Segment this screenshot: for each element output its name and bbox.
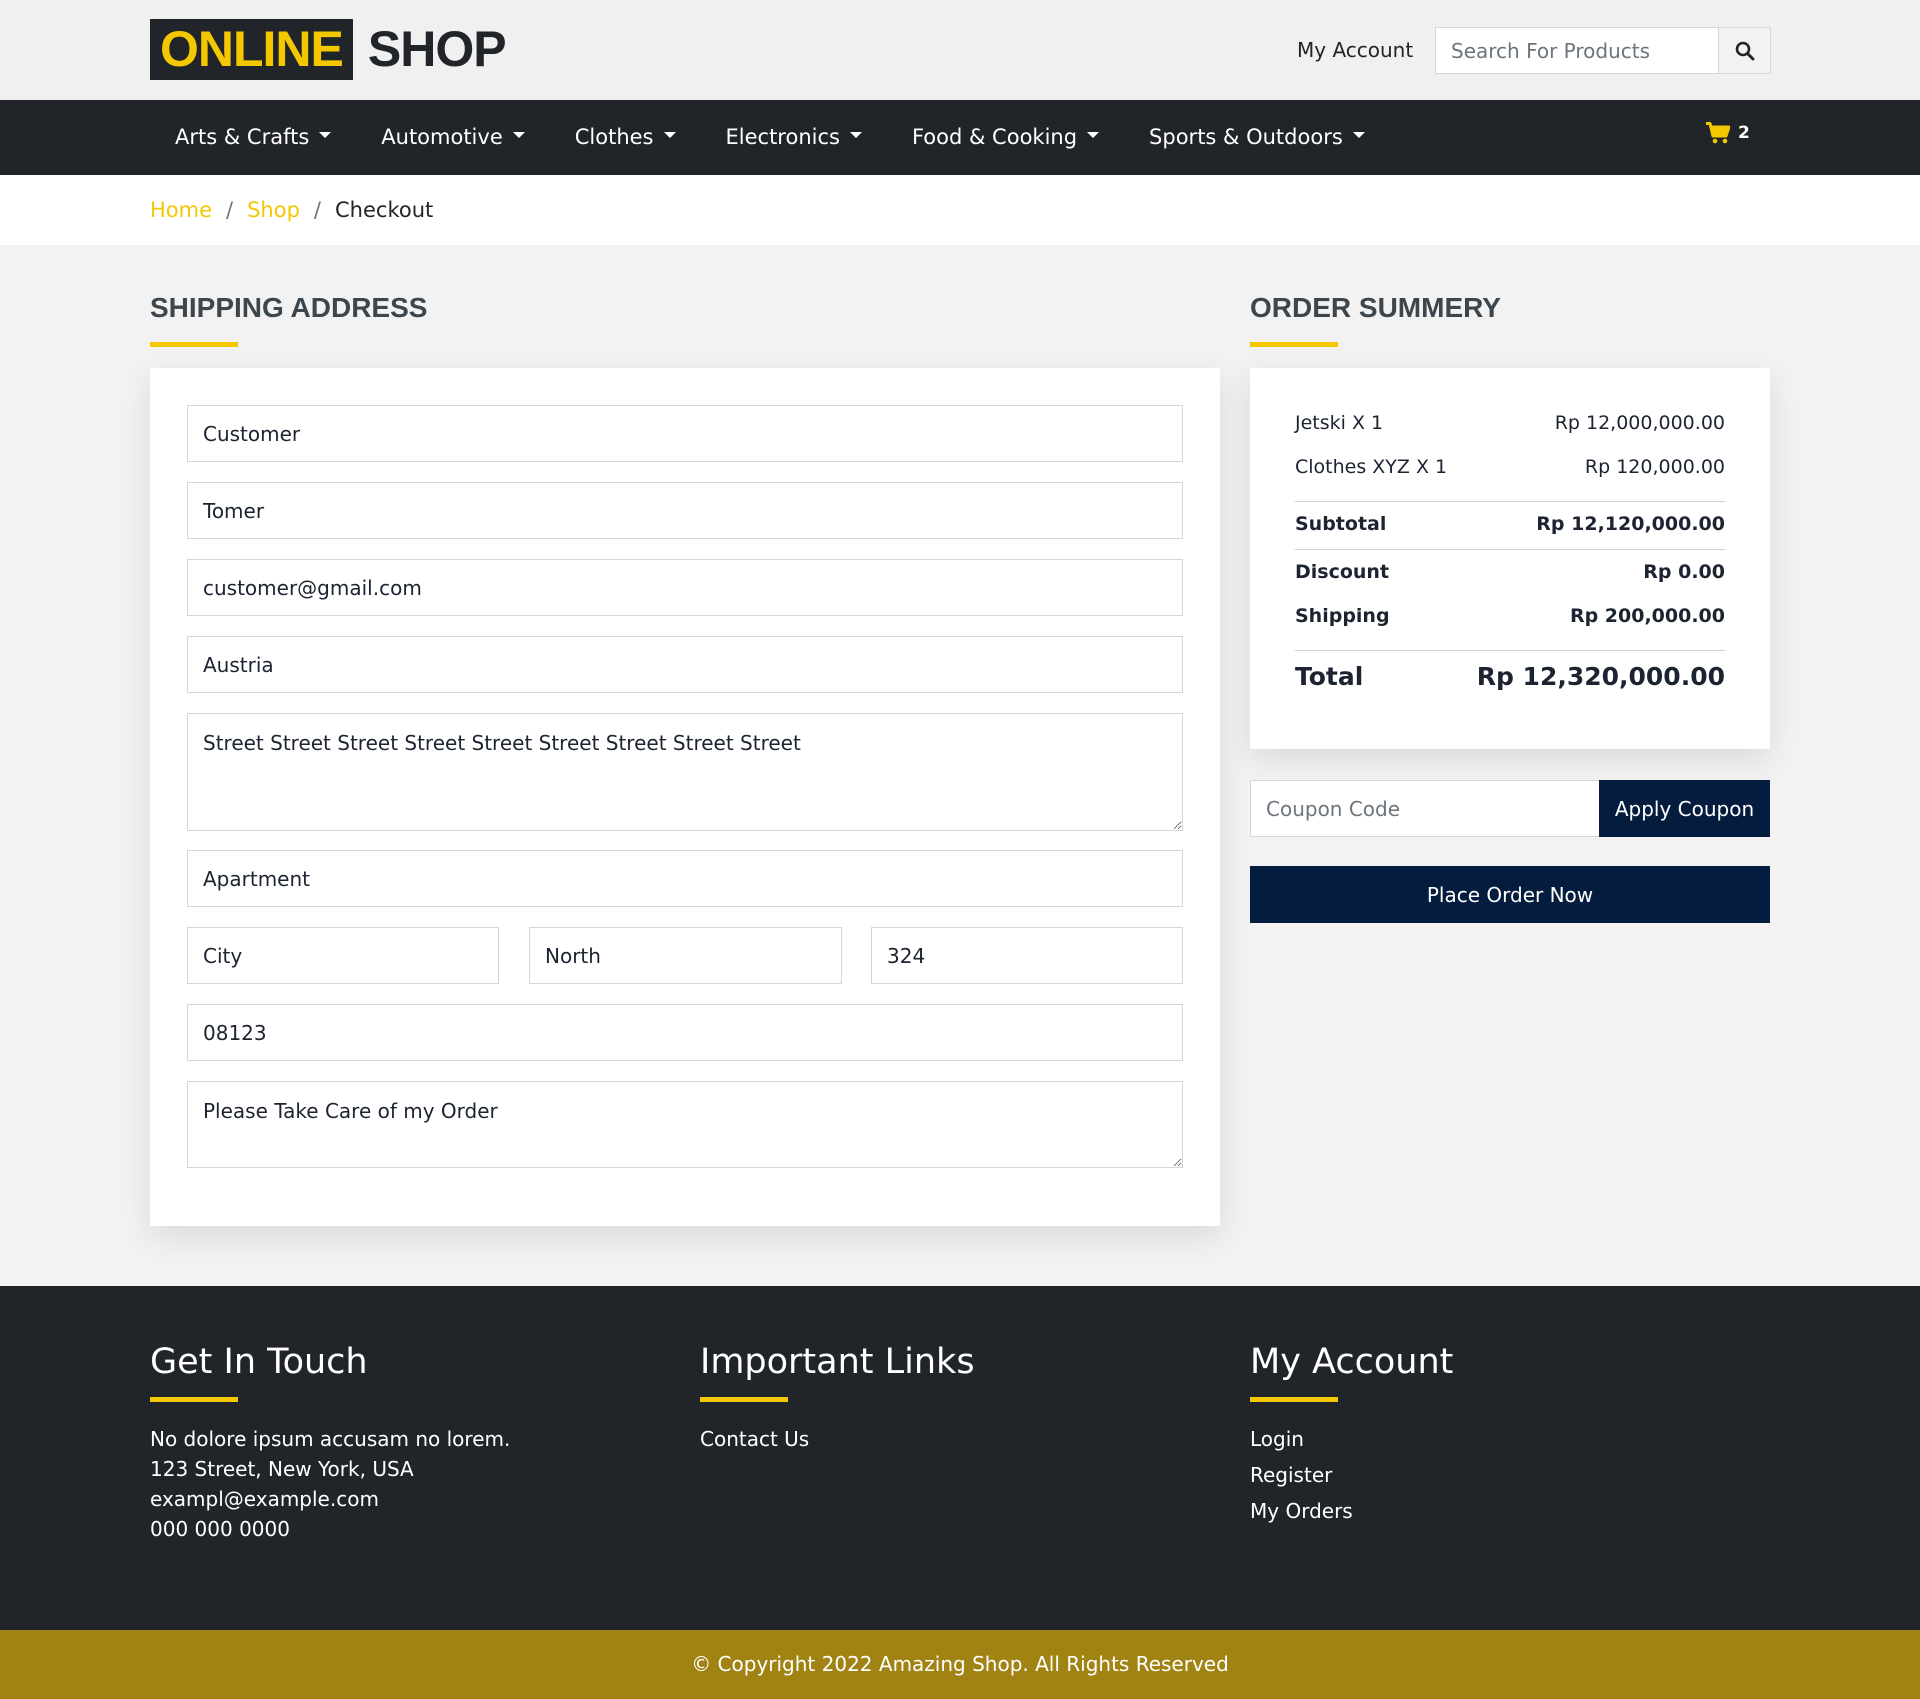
- total-label: Total: [1295, 662, 1364, 691]
- search-button[interactable]: [1718, 28, 1770, 73]
- title-underline: [1250, 342, 1338, 347]
- footer-link-contact-us[interactable]: Contact Us: [700, 1424, 975, 1454]
- total-value: Rp 12,320,000.00: [1476, 662, 1725, 691]
- shipping-address-title: SHIPPING ADDRESS: [150, 292, 428, 323]
- nav-item-clothes[interactable]: Clothes: [550, 100, 701, 175]
- discount-label: Discount: [1295, 561, 1390, 583]
- country-field[interactable]: [187, 636, 1183, 693]
- shipping-value: Rp 200,000.00: [1569, 605, 1725, 627]
- discount-value: Rp 0.00: [1643, 561, 1725, 583]
- caret-down-icon: [663, 131, 676, 138]
- apply-coupon-button[interactable]: Apply Coupon: [1599, 780, 1770, 837]
- subtotal-label: Subtotal: [1295, 513, 1387, 535]
- order-summary-card: Jetski X 1 Rp 12,000,000.00 Clothes XYZ …: [1250, 368, 1770, 749]
- search-input[interactable]: [1436, 28, 1718, 73]
- breadcrumb-current: Checkout: [335, 198, 434, 222]
- heading-underline: [700, 1397, 788, 1402]
- address-field[interactable]: Street Street Street Street Street Stree…: [187, 713, 1183, 831]
- breadcrumb-home[interactable]: Home: [150, 195, 212, 225]
- top-header: ONLINE SHOP My Account: [0, 0, 1920, 100]
- shopping-cart-icon: [1706, 122, 1730, 144]
- summary-item-row: Clothes XYZ X 1 Rp 120,000.00: [1295, 456, 1725, 478]
- nav-item-label: Sports & Outdoors: [1149, 125, 1343, 149]
- footer-heading: Important Links: [700, 1342, 975, 1382]
- cart-button[interactable]: 2: [1706, 122, 1750, 144]
- order-notes-field[interactable]: Please Take Care of my Order: [187, 1081, 1183, 1168]
- title-underline: [150, 342, 238, 347]
- subtotal-value: Rp 12,120,000.00: [1536, 513, 1725, 535]
- breadcrumb-bar: Home / Shop / Checkout: [0, 175, 1920, 245]
- footer-heading: My Account: [1250, 1342, 1454, 1382]
- shipping-form-card: Street Street Street Street Street Stree…: [150, 368, 1220, 1226]
- footer-heading: Get In Touch: [150, 1342, 368, 1382]
- footer-address: 123 Street, New York, USA: [150, 1457, 414, 1481]
- item-name: Jetski X 1: [1295, 412, 1384, 434]
- item-name: Clothes XYZ X 1: [1295, 456, 1448, 478]
- caret-down-icon: [1352, 131, 1365, 138]
- summary-item-row: Jetski X 1 Rp 12,000,000.00: [1295, 412, 1725, 434]
- footer-link-my-orders[interactable]: My Orders: [1250, 1496, 1453, 1526]
- footer-tagline: No dolore ipsum accusam no lorem.: [150, 1427, 511, 1451]
- shop-logo[interactable]: ONLINE SHOP: [150, 19, 507, 80]
- order-summary-title: ORDER SUMMERY: [1250, 292, 1501, 323]
- number-field[interactable]: [871, 927, 1183, 984]
- search-icon: [1735, 41, 1754, 60]
- discount-row: Discount Rp 0.00: [1295, 561, 1725, 583]
- last-name-field[interactable]: [187, 482, 1183, 539]
- caret-down-icon: [512, 131, 525, 138]
- nav-item-label: Automotive: [381, 125, 503, 149]
- caret-down-icon: [1087, 131, 1100, 138]
- apartment-field[interactable]: [187, 850, 1183, 907]
- first-name-field[interactable]: [187, 405, 1183, 462]
- heading-underline: [1250, 1397, 1338, 1402]
- logo-part-shop: SHOP: [367, 21, 507, 77]
- footer-important-links: Important Links Contact Us: [700, 1339, 975, 1460]
- coupon-form: Apply Coupon: [1250, 780, 1770, 837]
- category-navbar: Arts & Crafts Automotive Clothes Electro…: [0, 100, 1920, 175]
- email-field[interactable]: [187, 559, 1183, 616]
- nav-item-automotive[interactable]: Automotive: [356, 100, 549, 175]
- nav-item-food-cooking[interactable]: Food & Cooking: [887, 100, 1124, 175]
- breadcrumb-separator: /: [226, 198, 234, 222]
- coupon-code-input[interactable]: [1250, 780, 1599, 837]
- caret-down-icon: [849, 131, 862, 138]
- place-order-button[interactable]: Place Order Now: [1250, 866, 1770, 923]
- footer: Get In Touch No dolore ipsum accusam no …: [0, 1286, 1920, 1630]
- divider: [1295, 650, 1725, 651]
- nav-item-label: Electronics: [725, 125, 840, 149]
- footer-link-register[interactable]: Register: [1250, 1460, 1453, 1490]
- nav-item-label: Arts & Crafts: [175, 125, 310, 149]
- footer-link-login[interactable]: Login: [1250, 1424, 1453, 1454]
- nav-item-label: Food & Cooking: [911, 125, 1078, 149]
- total-row: Total Rp 12,320,000.00: [1295, 662, 1725, 691]
- shipping-row: Shipping Rp 200,000.00: [1295, 605, 1725, 627]
- footer-phone: 000 000 0000: [150, 1517, 290, 1541]
- breadcrumb: Home / Shop / Checkout: [150, 195, 433, 225]
- my-account-link[interactable]: My Account: [1297, 36, 1413, 64]
- footer-get-in-touch: Get In Touch No dolore ipsum accusam no …: [150, 1339, 510, 1544]
- city-field[interactable]: [187, 927, 499, 984]
- zip-code-field[interactable]: [187, 1004, 1183, 1061]
- breadcrumb-shop[interactable]: Shop: [247, 195, 300, 225]
- cart-count-badge: 2: [1738, 123, 1750, 143]
- search-form: [1435, 27, 1771, 74]
- subtotal-row: Subtotal Rp 12,120,000.00: [1295, 513, 1725, 535]
- divider: [1295, 549, 1725, 550]
- copyright-bar: © Copyright 2022 Amazing Shop. All Right…: [0, 1630, 1920, 1699]
- logo-part-online: ONLINE: [150, 19, 353, 80]
- caret-down-icon: [319, 131, 332, 138]
- item-price: Rp 120,000.00: [1584, 456, 1725, 478]
- nav-item-arts-crafts[interactable]: Arts & Crafts: [150, 100, 356, 175]
- footer-email: exampl@example.com: [150, 1487, 379, 1511]
- breadcrumb-separator: /: [313, 198, 321, 222]
- shipping-label: Shipping: [1295, 605, 1390, 627]
- heading-underline: [150, 1397, 238, 1402]
- divider: [1295, 501, 1725, 502]
- footer-my-account: My Account Login Register My Orders: [1250, 1339, 1453, 1532]
- state-field[interactable]: [529, 927, 842, 984]
- nav-item-sports-outdoors[interactable]: Sports & Outdoors: [1124, 100, 1390, 175]
- item-price: Rp 12,000,000.00: [1554, 412, 1725, 434]
- nav-item-label: Clothes: [574, 125, 654, 149]
- nav-item-electronics[interactable]: Electronics: [701, 100, 887, 175]
